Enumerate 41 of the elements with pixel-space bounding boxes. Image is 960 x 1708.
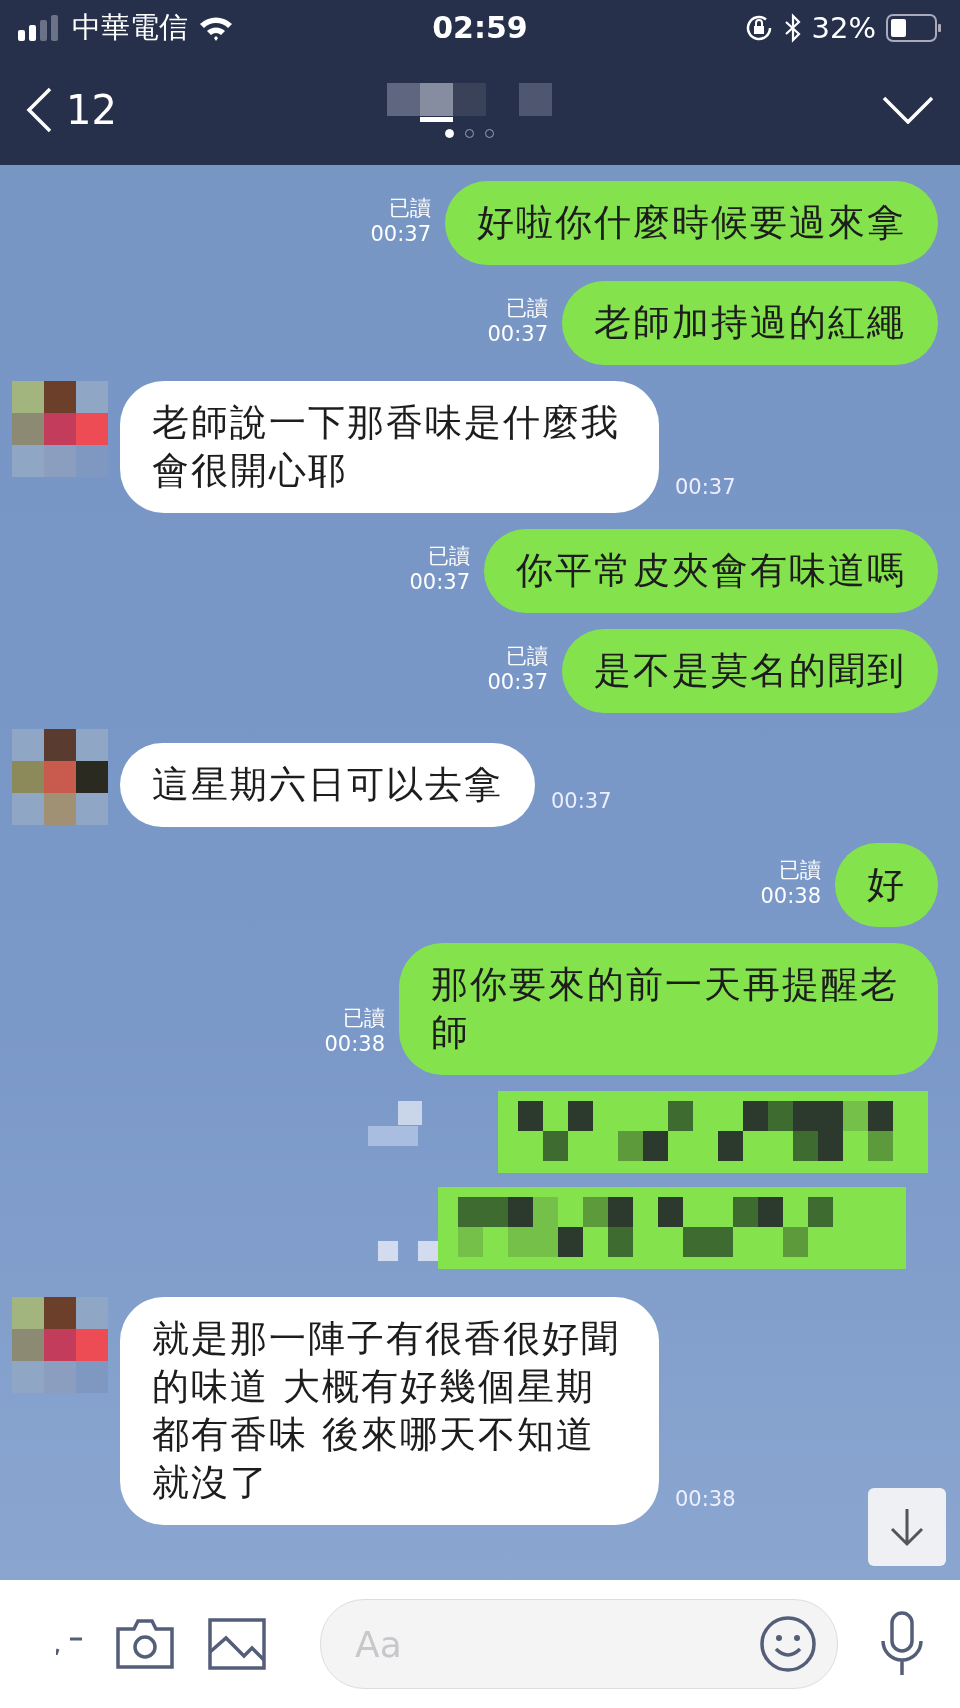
microphone-icon[interactable] bbox=[880, 1611, 924, 1677]
message-time: 00:37 bbox=[409, 569, 470, 595]
arrow-down-icon bbox=[889, 1507, 925, 1547]
sent-message: 是不是莫名的聞到 bbox=[562, 629, 938, 713]
sent-message: 好啦你什麼時候要過來拿 bbox=[445, 181, 938, 265]
sent-message: 好 bbox=[835, 843, 938, 927]
message-time: 00:37 bbox=[675, 475, 736, 499]
message-time: 00:37 bbox=[370, 221, 431, 247]
message-time: 00:37 bbox=[487, 321, 548, 347]
image-icon[interactable] bbox=[208, 1618, 266, 1670]
received-message: 這星期六日可以去拿 bbox=[120, 743, 535, 827]
message-time: 00:37 bbox=[487, 669, 548, 695]
battery-icon bbox=[886, 13, 942, 42]
read-receipt: 已讀 bbox=[343, 1005, 385, 1031]
message-time: 00:38 bbox=[675, 1487, 736, 1511]
battery-percent: 32% bbox=[811, 10, 876, 45]
pixelated-avatar-drawing[interactable] bbox=[12, 1297, 110, 1395]
read-receipt: 已讀 bbox=[779, 857, 821, 883]
message-time: 00:37 bbox=[551, 789, 612, 813]
read-receipt: 已讀 bbox=[506, 295, 548, 321]
clock-time: 02:59 bbox=[432, 10, 528, 45]
back-icon bbox=[26, 87, 52, 133]
chevron-down-icon[interactable] bbox=[882, 96, 934, 124]
read-receipt: 已讀 bbox=[389, 195, 431, 221]
back-button[interactable]: 12 bbox=[26, 87, 117, 133]
read-receipt: 已讀 bbox=[506, 643, 548, 669]
sent-message: 老師加持過的紅繩 bbox=[562, 281, 938, 365]
camera-icon[interactable] bbox=[116, 1619, 174, 1669]
message-time: 00:38 bbox=[324, 1031, 385, 1057]
pixelated-avatar-drawing[interactable] bbox=[12, 381, 110, 479]
read-receipt: 已讀 bbox=[428, 543, 470, 569]
sent-message: 你平常皮夾會有味道嗎 bbox=[484, 529, 938, 613]
received-message: 就是那一陣子有很香很好聞的味道 大概有好幾個星期都有香味 後來哪天不知道就沒了 bbox=[120, 1297, 659, 1525]
message-time: 00:38 bbox=[760, 883, 821, 909]
scroll-down-button[interactable] bbox=[868, 1488, 946, 1566]
bluetooth-icon bbox=[783, 12, 802, 43]
carrier-name: 中華電信 bbox=[72, 8, 188, 46]
sent-message: 那你要來的前一天再提醒老師 bbox=[399, 943, 938, 1075]
received-message: 老師說一下那香味是什麼我會很開心耶 bbox=[120, 381, 659, 513]
pixelated-avatar-drawing[interactable] bbox=[12, 729, 110, 827]
smiley-icon[interactable] bbox=[759, 1615, 817, 1673]
